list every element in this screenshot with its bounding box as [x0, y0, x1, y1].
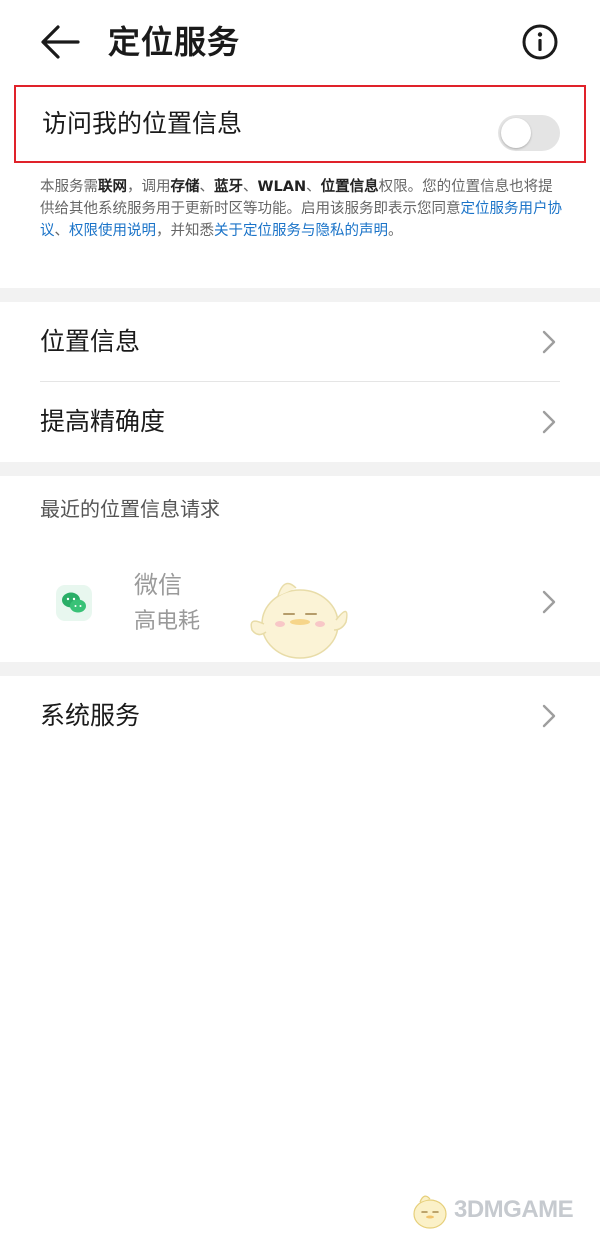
- section-separator: [0, 462, 600, 476]
- location-access-label: 访问我的位置信息: [42, 109, 243, 138]
- wechat-icon: [56, 585, 92, 621]
- recent-requests-heading: 最近的位置信息请求: [40, 497, 220, 521]
- mascot-logo-icon: [413, 1195, 447, 1229]
- app-name: 微信: [134, 571, 182, 599]
- chevron-right-icon: [542, 410, 556, 434]
- info-button[interactable]: [520, 22, 560, 62]
- menu-item-improve-accuracy[interactable]: 提高精确度: [0, 382, 600, 462]
- section-separator: [0, 288, 600, 302]
- mascot-watermark-icon: [250, 582, 348, 659]
- menu-item-label: 系统服务: [40, 701, 141, 730]
- watermark-text: 3DMGAME: [454, 1196, 574, 1223]
- chevron-right-icon: [542, 590, 556, 614]
- section-separator: [0, 662, 600, 676]
- menu-item-label: 提高精确度: [40, 407, 166, 436]
- chevron-right-icon: [542, 704, 556, 728]
- top-app-bar: 定位服务: [0, 0, 600, 84]
- privacy-statement-link[interactable]: 关于定位服务与隐私的声明: [214, 223, 388, 239]
- chevron-right-icon: [542, 330, 556, 354]
- location-access-row[interactable]: 访问我的位置信息: [14, 85, 586, 163]
- menu-item-system-services[interactable]: 系统服务: [0, 676, 600, 756]
- location-service-description: 本服务需联网，调用存储、蓝牙、WLAN、位置信息权限。您的位置信息也将提供给其他…: [40, 179, 562, 239]
- menu-item-location-info[interactable]: 位置信息: [0, 302, 600, 382]
- menu-item-label: 位置信息: [40, 327, 141, 356]
- location-access-switch[interactable]: [498, 115, 560, 151]
- permission-usage-link[interactable]: 权限使用说明: [69, 223, 156, 239]
- back-button[interactable]: [36, 20, 84, 64]
- site-watermark: 3DMGAME: [406, 1188, 596, 1232]
- app-power-usage: 高电耗: [134, 609, 201, 634]
- info-icon: [522, 24, 558, 60]
- switch-knob: [501, 118, 531, 148]
- page-title: 定位服务: [108, 23, 241, 61]
- arrow-left-icon: [41, 25, 80, 59]
